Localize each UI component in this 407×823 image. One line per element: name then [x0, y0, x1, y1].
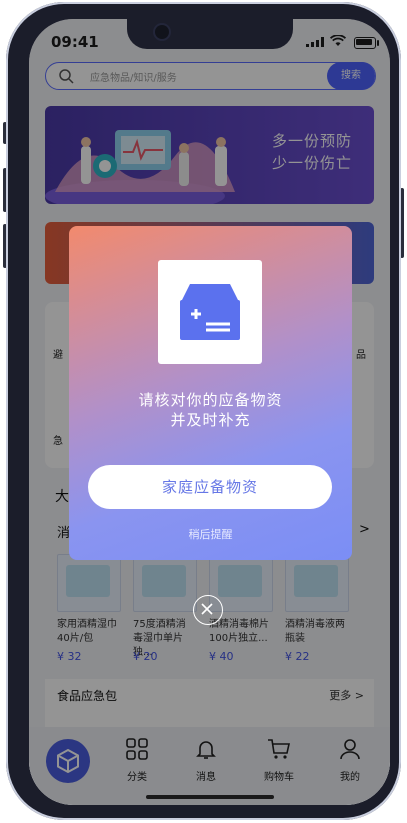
battery-icon	[354, 37, 379, 49]
dialog-message-line-2: 并及时补充	[170, 411, 251, 429]
medical-kit-icon-box	[158, 260, 262, 364]
screen: 09:41 应急物品/知识/服务 搜索 多一份预防 少一份伤亡 避 品 急 大 …	[29, 19, 390, 805]
status-time: 09:41	[51, 33, 99, 51]
close-icon	[201, 603, 213, 615]
dialog-message: 请核对你的应备物资 并及时补充	[69, 390, 352, 430]
dialog-message-line-1: 请核对你的应备物资	[138, 391, 283, 409]
signal-icon	[306, 37, 324, 47]
remind-later-link[interactable]: 稍后提醒	[69, 526, 352, 542]
home-indicator	[146, 795, 274, 799]
close-dialog-button[interactable]	[193, 595, 223, 625]
medical-kit-icon	[180, 284, 240, 340]
phone-frame: 09:41 应急物品/知识/服务 搜索 多一份预防 少一份伤亡 避 品 急 大 …	[6, 2, 401, 820]
supplies-reminder-dialog: 请核对你的应备物资 并及时补充 家庭应备物资 稍后提醒	[69, 226, 352, 560]
wifi-icon	[330, 35, 346, 46]
household-supplies-button[interactable]: 家庭应备物资	[88, 465, 332, 509]
notch	[127, 19, 293, 49]
